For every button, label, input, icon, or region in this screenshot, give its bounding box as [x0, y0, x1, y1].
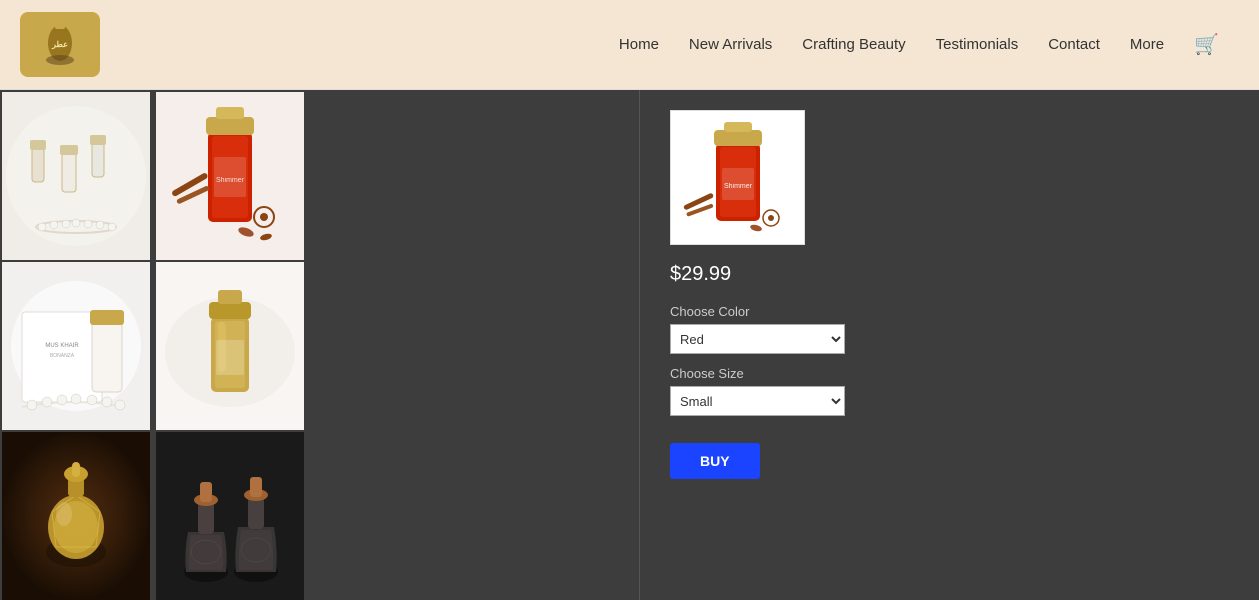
product-panel: Shimmer $29.99 Choose Color Red Blue Gol…: [639, 90, 1259, 600]
size-label: Choose Size: [670, 366, 1229, 381]
nav-crafting-beauty[interactable]: Crafting Beauty: [802, 36, 905, 53]
color-select[interactable]: Red Blue Gold White: [670, 324, 845, 354]
svg-text:Shimmer: Shimmer: [723, 183, 752, 190]
svg-text:MUS KHAIR: MUS KHAIR: [45, 343, 79, 349]
product-price: $29.99: [670, 263, 1229, 286]
thumbnail-5[interactable]: [2, 432, 150, 600]
nav-new-arrivals[interactable]: New Arrivals: [689, 36, 772, 53]
nav-testimonials[interactable]: Testimonials: [936, 36, 1019, 53]
svg-text:عطر: عطر: [51, 40, 68, 50]
thumbnail-1[interactable]: [2, 92, 150, 260]
thumbnail-4[interactable]: [156, 262, 304, 430]
color-label: Choose Color: [670, 304, 1229, 319]
thumbnail-3[interactable]: MUS KHAIR BONANZA: [2, 262, 150, 430]
svg-text:Shimmer: Shimmer: [216, 177, 245, 184]
logo-icon[interactable]: عطر: [20, 12, 100, 77]
main-nav: Home New Arrivals Crafting Beauty Testim…: [220, 32, 1239, 57]
cart-icon[interactable]: 🛒: [1194, 32, 1219, 57]
logo-area: عطر: [20, 12, 220, 77]
buy-button[interactable]: BUY: [670, 443, 760, 479]
product-main-image: Shimmer: [670, 110, 805, 245]
middle-space: [310, 90, 639, 600]
nav-more[interactable]: More: [1130, 36, 1164, 53]
header: عطر Home New Arrivals Crafting Beauty Te…: [0, 0, 1259, 90]
main-content: Shimmer: [0, 90, 1259, 600]
thumbnail-6[interactable]: [156, 432, 304, 600]
nav-contact[interactable]: Contact: [1048, 36, 1100, 53]
nav-home[interactable]: Home: [619, 36, 659, 53]
svg-text:BONANZA: BONANZA: [50, 353, 75, 359]
size-select[interactable]: Small Medium Large: [670, 386, 845, 416]
thumbnail-grid: Shimmer: [0, 90, 310, 600]
thumbnail-2[interactable]: Shimmer: [156, 92, 304, 260]
